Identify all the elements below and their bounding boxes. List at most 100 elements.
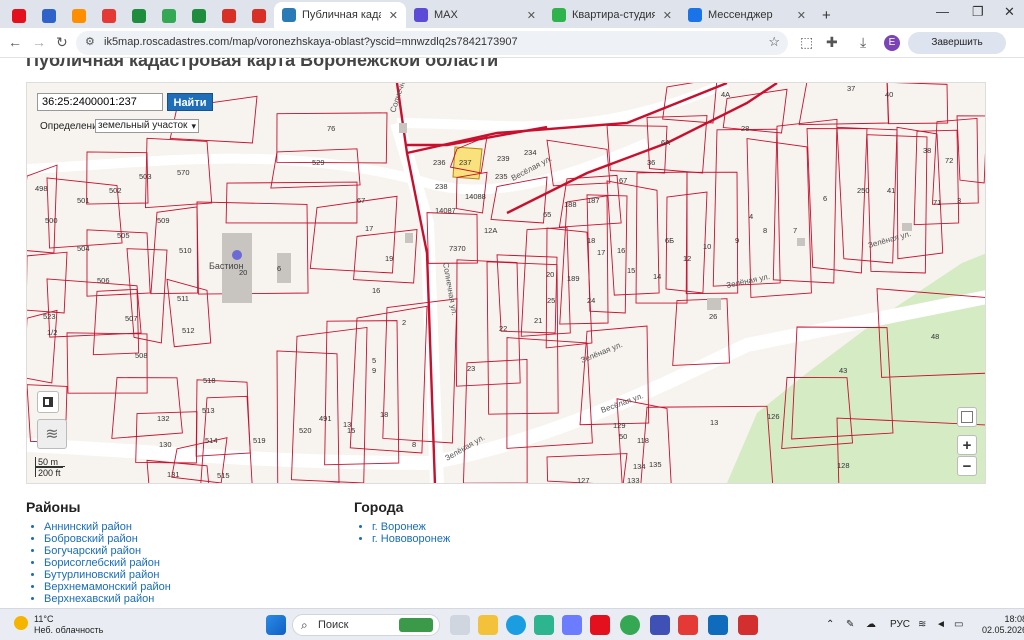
parcel-number-label: 234 bbox=[524, 148, 537, 157]
windows-start-icon[interactable] bbox=[266, 615, 286, 635]
link-text: Бобровский район bbox=[44, 533, 138, 545]
parcel-number-label: 513 bbox=[202, 406, 215, 415]
reload-icon[interactable]: ↻ bbox=[56, 34, 68, 51]
address-bar: ← → ↻ ⚙ ik5map.roscadastres.com/map/voro… bbox=[0, 28, 1024, 58]
parcel-number-label: 26 bbox=[709, 312, 717, 321]
download-icon[interactable]: ⤓ bbox=[860, 34, 866, 51]
parcel-number-label: 16 bbox=[617, 246, 625, 255]
minimize-icon[interactable]: — bbox=[936, 4, 949, 19]
pinned-tabs bbox=[4, 4, 274, 28]
pinned-tab[interactable] bbox=[184, 4, 214, 28]
site-info-icon[interactable]: ⚙ bbox=[85, 35, 95, 48]
tab-icon bbox=[72, 9, 86, 23]
map-canvas[interactable]: БастионСолнечная ул.Весёлая ул.Зелёная у… bbox=[27, 83, 986, 484]
parcel-number-label: 5 bbox=[372, 356, 376, 365]
language-indicator[interactable]: РУС bbox=[890, 619, 910, 630]
layers-button[interactable]: ≋ bbox=[37, 419, 67, 449]
weather-widget[interactable]: 11°C Неб. облачность bbox=[14, 614, 103, 636]
folder-icon[interactable] bbox=[478, 615, 498, 635]
tab-messenger[interactable]: Мессенджер ✕ bbox=[680, 2, 814, 28]
region-link[interactable]: Верхнемамонский район bbox=[44, 581, 171, 593]
region-link[interactable]: г. Воронеж bbox=[372, 521, 450, 533]
tab-max[interactable]: MAX ✕ bbox=[406, 2, 544, 28]
tab-cadastral-map[interactable]: Публичная кадастровая ✕ bbox=[274, 2, 406, 28]
pdf-icon[interactable] bbox=[738, 615, 758, 635]
cadastral-map[interactable]: Бастион Солнечная ул. Весёлая ул. Зелёная у… bbox=[26, 82, 986, 484]
pinned-tab[interactable] bbox=[34, 4, 64, 28]
pen-icon[interactable]: ✎ bbox=[846, 619, 854, 630]
parcel-boundary bbox=[463, 358, 528, 483]
cloud-icon[interactable]: ☁ bbox=[866, 619, 876, 630]
volume-icon[interactable]: ◄ bbox=[936, 619, 946, 630]
parcel-number-label: 37 bbox=[847, 84, 855, 93]
close-icon[interactable]: ✕ bbox=[663, 9, 672, 22]
close-icon[interactable]: ✕ bbox=[389, 9, 398, 22]
region-link[interactable]: Бобровский район bbox=[44, 533, 171, 545]
taskbar-search[interactable]: ⌕ Поиск bbox=[292, 614, 440, 636]
wifi-icon[interactable]: ≋ bbox=[918, 619, 926, 630]
puzzle-icon[interactable]: ✚ bbox=[826, 34, 838, 51]
parcel-number-label: 504 bbox=[77, 244, 90, 253]
pinned-tab[interactable] bbox=[64, 4, 94, 28]
new-tab-button[interactable]: + bbox=[814, 2, 839, 28]
definition-select[interactable]: земельный участок bbox=[95, 119, 199, 133]
find-button[interactable]: Найти bbox=[167, 93, 213, 111]
app-icon[interactable] bbox=[650, 615, 670, 635]
forward-icon[interactable]: → bbox=[32, 34, 46, 50]
pinned-tab[interactable] bbox=[4, 4, 34, 28]
app-icon[interactable] bbox=[534, 615, 554, 635]
anydesk-icon[interactable] bbox=[678, 615, 698, 635]
chevron-up-icon[interactable]: ⌃ bbox=[826, 619, 834, 630]
region-link[interactable]: Бутурлиновский район bbox=[44, 569, 171, 581]
region-link[interactable]: г. Нововоронеж bbox=[372, 533, 450, 545]
parcel-number-label: 132 bbox=[157, 414, 170, 423]
bookmark-star-icon[interactable]: ☆ bbox=[768, 34, 780, 50]
region-link[interactable]: Аннинский район bbox=[44, 521, 171, 533]
parcel-number-label: 498 bbox=[35, 184, 48, 193]
battery-icon[interactable]: ▭ bbox=[954, 619, 963, 630]
close-window-icon[interactable]: ✕ bbox=[1004, 4, 1015, 20]
parcel-number-label: 515 bbox=[217, 471, 230, 480]
pinned-tab[interactable] bbox=[214, 4, 244, 28]
tab-apartment[interactable]: Квартира-студия, 11 м² ✕ bbox=[544, 2, 680, 28]
page-title: Публичная кадастровая карта Воронежской … bbox=[26, 58, 499, 70]
store-icon[interactable] bbox=[562, 615, 582, 635]
url-field[interactable]: ⚙ ik5map.roscadastres.com/map/voronezhsk… bbox=[76, 31, 788, 55]
task-view-icon[interactable] bbox=[450, 615, 470, 635]
parcel-boundary bbox=[225, 181, 358, 224]
close-icon[interactable]: ✕ bbox=[797, 9, 806, 22]
profile-avatar[interactable]: E bbox=[884, 35, 900, 51]
parcel-boundary bbox=[685, 171, 739, 295]
parcel-boundary bbox=[276, 112, 388, 164]
restore-icon[interactable]: ❐ bbox=[972, 4, 984, 20]
region-link[interactable]: Борисоглебский район bbox=[44, 557, 171, 569]
back-icon[interactable]: ← bbox=[8, 34, 22, 50]
widget-image-icon bbox=[399, 618, 433, 632]
yandex-browser-icon[interactable] bbox=[590, 615, 610, 635]
region-link[interactable]: Верхнехавский район bbox=[44, 593, 171, 605]
edge-icon[interactable] bbox=[506, 615, 526, 635]
zoom-out-button[interactable]: − bbox=[957, 456, 977, 476]
parcel-number-label: 43 bbox=[839, 366, 847, 375]
zoom-in-button[interactable]: + bbox=[957, 435, 977, 455]
pinned-tab[interactable] bbox=[244, 4, 274, 28]
close-icon[interactable]: ✕ bbox=[527, 9, 536, 22]
chrome-icon[interactable] bbox=[620, 615, 640, 635]
outlook-icon[interactable] bbox=[708, 615, 728, 635]
pinned-tab[interactable] bbox=[94, 4, 124, 28]
parcel-boundary bbox=[956, 115, 985, 184]
fullscreen-button[interactable] bbox=[37, 391, 59, 413]
pinned-tab[interactable] bbox=[124, 4, 154, 28]
pinned-tab[interactable] bbox=[154, 4, 184, 28]
parcel-number-label: 38 bbox=[923, 146, 931, 155]
cadastral-number-input[interactable] bbox=[37, 93, 163, 111]
clock[interactable]: 18:08 02.05.2026 bbox=[982, 614, 1024, 636]
parcel-number-label: 2 bbox=[402, 318, 406, 327]
locate-button[interactable] bbox=[957, 407, 977, 427]
region-link[interactable]: Богучарский район bbox=[44, 545, 171, 557]
finish-update-button[interactable]: Завершить обновление bbox=[908, 32, 1006, 70]
parcel-number-label: 126 bbox=[767, 412, 780, 421]
cities-heading: Города bbox=[354, 499, 404, 515]
parcel-number-label: 511 bbox=[177, 294, 189, 303]
extensions-icon[interactable]: ⬚ bbox=[800, 34, 813, 51]
